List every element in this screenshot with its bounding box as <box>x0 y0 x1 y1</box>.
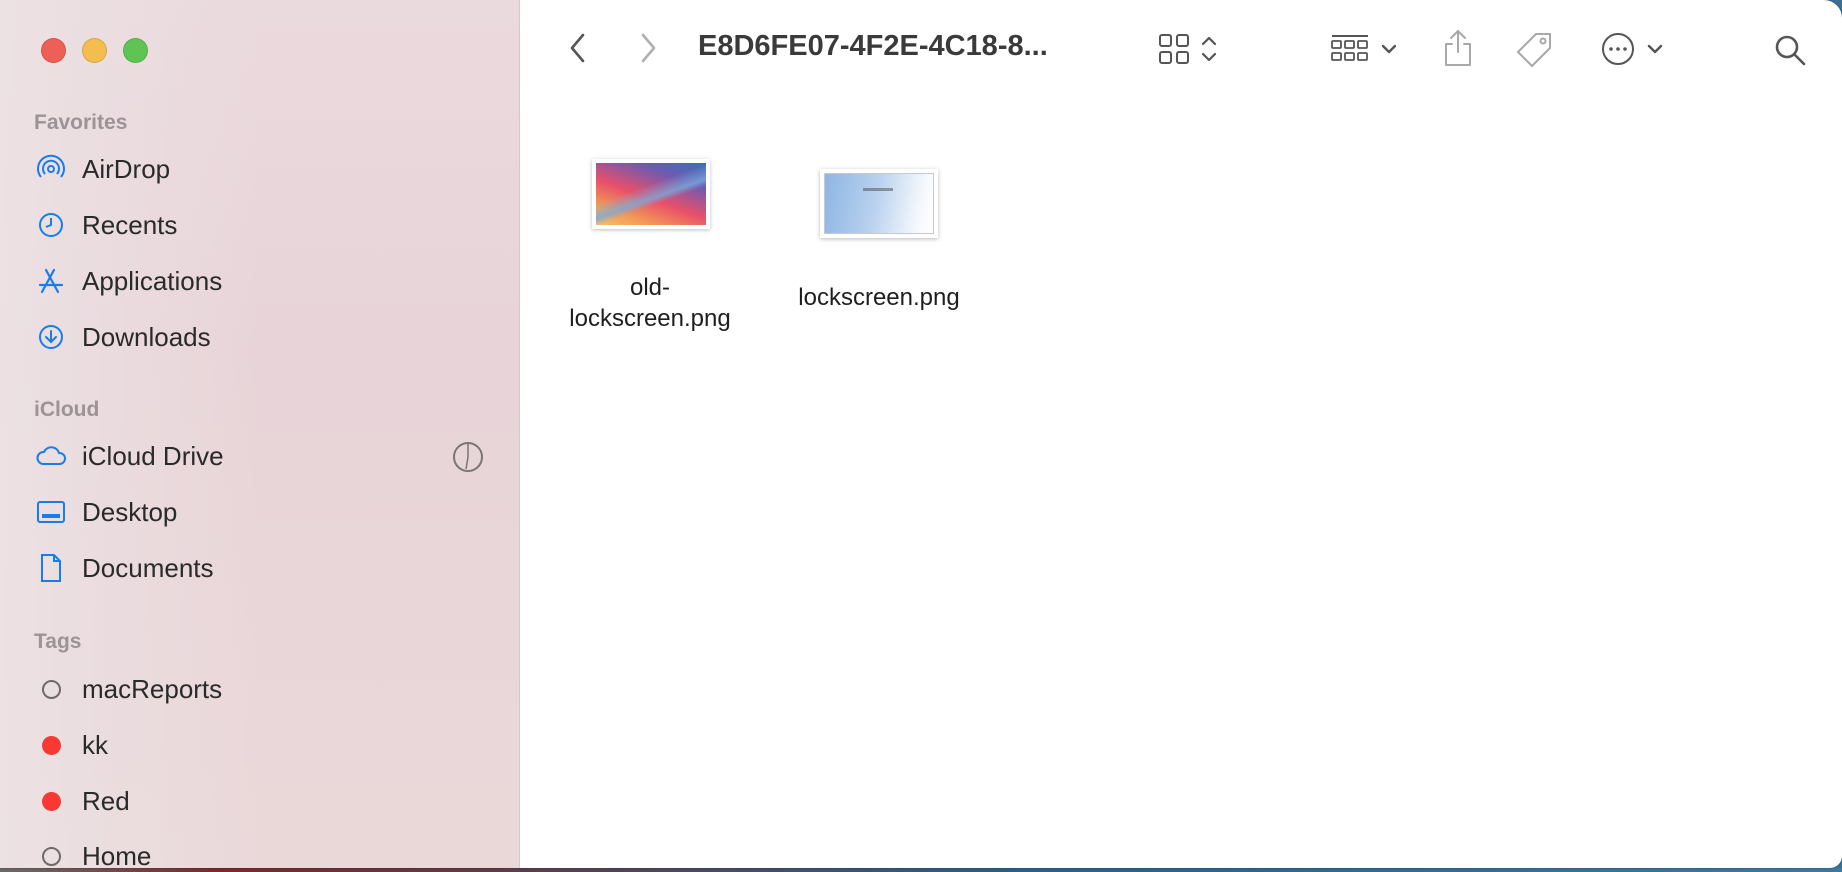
cloud-icon <box>34 439 68 473</box>
sidebar-item-label: iCloud Drive <box>82 440 224 471</box>
tag-red-icon <box>42 791 61 811</box>
file-thumbnail-lockscreen[interactable] <box>820 169 938 238</box>
sidebar-tag-home[interactable]: Home <box>34 836 151 868</box>
chevron-left-icon <box>570 33 585 63</box>
sidebar-item-recents[interactable]: Recents <box>34 205 177 245</box>
tag-icon <box>1517 33 1551 67</box>
grid-view-icon <box>1158 34 1189 64</box>
share-button[interactable] <box>1438 26 1478 70</box>
ellipsis-circle-icon <box>1602 33 1634 65</box>
chevron-down-icon <box>1381 44 1397 54</box>
tag-button[interactable] <box>1512 28 1556 72</box>
share-icon <box>1445 30 1471 66</box>
close-button[interactable] <box>41 38 66 63</box>
tag-red-icon <box>42 735 61 755</box>
group-by-button[interactable] <box>1326 28 1402 70</box>
minimize-button[interactable] <box>82 38 107 63</box>
chevron-down-icon <box>1647 44 1663 54</box>
thumbnail-image <box>596 163 706 225</box>
sidebar-item-label: Red <box>82 785 130 816</box>
forward-button[interactable] <box>630 30 666 66</box>
airdrop-icon <box>34 152 68 186</box>
document-icon <box>34 551 68 585</box>
sidebar-item-label: Home <box>82 840 152 869</box>
chevron-updown-icon <box>1201 36 1216 62</box>
back-button[interactable] <box>560 30 596 66</box>
tag-outline-icon <box>42 679 61 699</box>
sidebar-item-label: Recents <box>82 209 178 240</box>
more-actions-button[interactable] <box>1596 28 1668 70</box>
group-icon <box>1331 35 1368 61</box>
sidebar-item-desktop[interactable]: Desktop <box>34 492 177 532</box>
sync-progress-icon <box>452 441 484 478</box>
sidebar-item-airdrop[interactable]: AirDrop <box>34 149 170 189</box>
search-icon <box>1775 35 1806 66</box>
file-name-line: lockscreen.png <box>798 284 960 311</box>
finder-window: Favorites AirDrop Recents Applications D… <box>0 0 1842 868</box>
sidebar-item-icloud-drive[interactable]: iCloud Drive <box>34 436 224 476</box>
sidebar-item-label: Applications <box>82 265 223 296</box>
sidebar-heading-favorites: Favorites <box>34 111 128 134</box>
chevron-right-icon <box>641 33 656 63</box>
sidebar: Favorites AirDrop Recents Applications D… <box>0 0 520 868</box>
window-title: E8D6FE07-4F2E-4C18-8... <box>698 30 1048 62</box>
applications-icon <box>34 264 68 298</box>
download-icon <box>34 320 68 354</box>
sidebar-item-label: Desktop <box>82 496 178 527</box>
file-thumbnail-old-lockscreen[interactable] <box>592 159 710 229</box>
sidebar-item-label: kk <box>82 729 108 760</box>
sidebar-tag-kk[interactable]: kk <box>34 725 108 765</box>
view-mode-button[interactable] <box>1150 28 1225 70</box>
sidebar-tag-macreports[interactable]: macReports <box>34 669 222 709</box>
file-name-line: old- <box>629 274 671 301</box>
sidebar-item-label: Downloads <box>82 321 211 352</box>
sidebar-tag-red[interactable]: Red <box>34 781 130 821</box>
sidebar-heading-icloud: iCloud <box>34 398 100 421</box>
sidebar-item-applications[interactable]: Applications <box>34 261 222 301</box>
search-button[interactable] <box>1770 30 1810 70</box>
tag-outline-icon <box>42 846 61 866</box>
sidebar-item-documents[interactable]: Documents <box>34 548 214 588</box>
sidebar-item-label: macReports <box>82 673 223 704</box>
clock-icon <box>34 208 68 242</box>
file-item-lockscreen[interactable]: lockscreen.png <box>784 282 974 313</box>
file-name-line: lockscreen.png <box>569 305 731 332</box>
zoom-button[interactable] <box>123 38 148 63</box>
thumbnail-image <box>824 173 934 234</box>
sidebar-item-downloads[interactable]: Downloads <box>34 317 211 357</box>
file-item-old-lockscreen[interactable]: old- lockscreen.png <box>555 272 745 334</box>
sidebar-heading-tags: Tags <box>34 630 82 653</box>
desktop-backdrop-strip <box>0 868 1842 872</box>
sidebar-item-label: AirDrop <box>82 153 171 184</box>
window-controls <box>41 38 148 63</box>
desktop-icon <box>34 495 68 529</box>
sidebar-item-label: Documents <box>82 552 214 583</box>
